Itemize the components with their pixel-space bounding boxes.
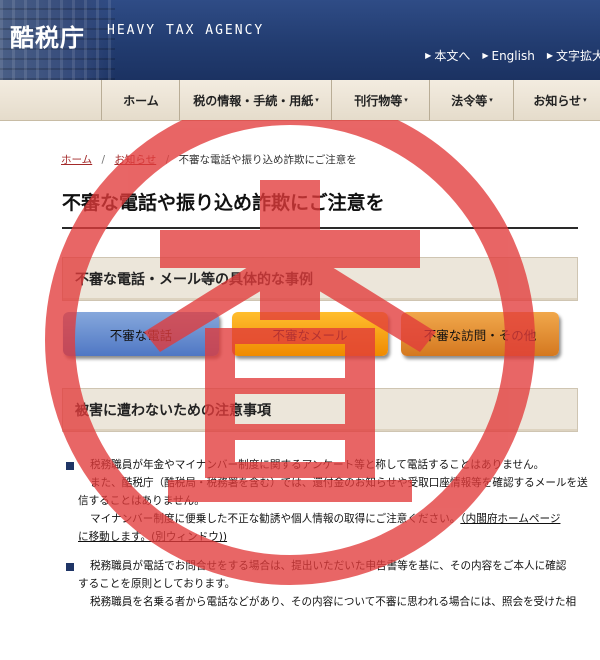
precautions-section-heading: 被害に遭わないための注意事項 <box>62 388 578 432</box>
text-enlarge-link[interactable]: ▶ 文字拡大 <box>547 47 600 64</box>
english-label: English <box>491 48 535 63</box>
nav-item-laws[interactable]: 法令等 ▾ <box>429 80 514 120</box>
bullet-square-icon <box>66 462 74 470</box>
notice-1-line-4-text: マイナンバー制度に便乗した不正な勧誘や個人情報の取得にご注意ください。 <box>90 513 461 525</box>
notice-1-line-2: また、酷税庁（酷税局・税務署を含む）では、還付金のお知らせや受取口座情報等を確認… <box>90 477 588 489</box>
breadcrumb-separator: / <box>101 154 106 166</box>
text-enlarge-label: 文字拡大 <box>555 49 600 63</box>
suspicious-visit-button[interactable]: 不審な訪問・その他 <box>401 312 559 356</box>
site-logo-english: HEAVY TAX AGENCY <box>107 23 265 38</box>
site-header: 酷税庁 HEAVY TAX AGENCY ▶ 本文へ ▶ English ▶ 文… <box>0 0 600 80</box>
suspicious-call-label: 不審な電話 <box>109 327 173 343</box>
breadcrumb-home-link[interactable]: ホーム <box>61 154 92 166</box>
breadcrumb: ホーム / お知らせ / 不審な電話や振り込め詐欺にご注意を <box>61 152 357 167</box>
utility-links: ▶ 本文へ ▶ English ▶ 文字拡大 <box>425 47 600 64</box>
notice-1-line-4: マイナンバー制度に便乗した不正な勧誘や個人情報の取得にご注意ください。（内閣府ホ… <box>90 510 560 528</box>
caret-down-icon: ▾ <box>404 96 408 104</box>
nav-item-label: 法令等 <box>451 93 488 108</box>
skip-to-content-link[interactable]: ▶ 本文へ <box>425 47 470 64</box>
caret-down-icon: ▾ <box>583 96 587 104</box>
skip-to-content-label: 本文へ <box>434 49 471 63</box>
triangle-right-icon: ▶ <box>425 51 432 60</box>
nav-item-label: 税の情報・手続・用紙 <box>193 93 314 108</box>
notice-1-line-5: に移動します。(別ウィンドウ)) <box>78 528 227 546</box>
suspicious-visit-label: 不審な訪問・その他 <box>423 327 537 343</box>
caret-down-icon: ▾ <box>315 96 319 104</box>
site-logo[interactable]: 酷税庁 <box>10 18 85 53</box>
nav-item-publications[interactable]: 刊行物等 ▾ <box>331 80 430 120</box>
global-nav: ホーム 税の情報・手続・用紙 ▾ 刊行物等 ▾ 法令等 ▾ お知らせ ▾ <box>0 80 600 121</box>
notice-1-line-3: 信することはありません。 <box>78 495 205 507</box>
notice-1-line-1: 税務職員が年金やマイナンバー制度に関するアンケート等と称して電話することはありま… <box>90 459 545 471</box>
notice-2-line-1: 税務職員が電話でお問合せをする場合は、提出いただいた申告書等を基に、その内容をご… <box>90 560 567 572</box>
nav-item-tax-info[interactable]: 税の情報・手続・用紙 ▾ <box>179 80 332 120</box>
nav-item-label: 刊行物等 <box>354 93 403 108</box>
bullet-square-icon <box>66 563 74 571</box>
breadcrumb-current: 不審な電話や振り込め詐欺にご注意を <box>178 154 357 166</box>
suspicious-email-label: 不審なメール <box>272 327 348 343</box>
suspicious-call-button[interactable]: 不審な電話 <box>63 312 219 356</box>
page-title: 不審な電話や振り込め詐欺にご注意を <box>62 188 578 229</box>
notice-2-line-2: することを原則としております。 <box>78 578 236 590</box>
caret-down-icon: ▾ <box>489 96 493 104</box>
breadcrumb-news-link[interactable]: お知らせ <box>114 154 156 166</box>
nav-item-news[interactable]: お知らせ ▾ <box>513 80 600 120</box>
breadcrumb-separator: / <box>165 154 170 166</box>
english-link[interactable]: ▶ English <box>482 47 535 64</box>
nav-item-label: お知らせ <box>533 93 582 108</box>
suspicious-email-button[interactable]: 不審なメール <box>232 312 388 356</box>
cabinet-office-link-cont[interactable]: に移動します。(別ウィンドウ)) <box>78 531 227 543</box>
triangle-right-icon: ▶ <box>482 51 489 60</box>
nav-item-home[interactable]: ホーム <box>101 80 180 120</box>
nav-item-label: ホーム <box>123 93 159 108</box>
cases-section-heading: 不審な電話・メール等の具体的な事例 <box>62 257 578 301</box>
triangle-right-icon: ▶ <box>546 51 553 60</box>
cabinet-office-link[interactable]: （内閣府ホームページ <box>460 513 560 525</box>
notice-2-line-3: 税務職員を名乗る者から電話などがあり、その内容について不審に思われる場合には、照… <box>90 596 577 608</box>
